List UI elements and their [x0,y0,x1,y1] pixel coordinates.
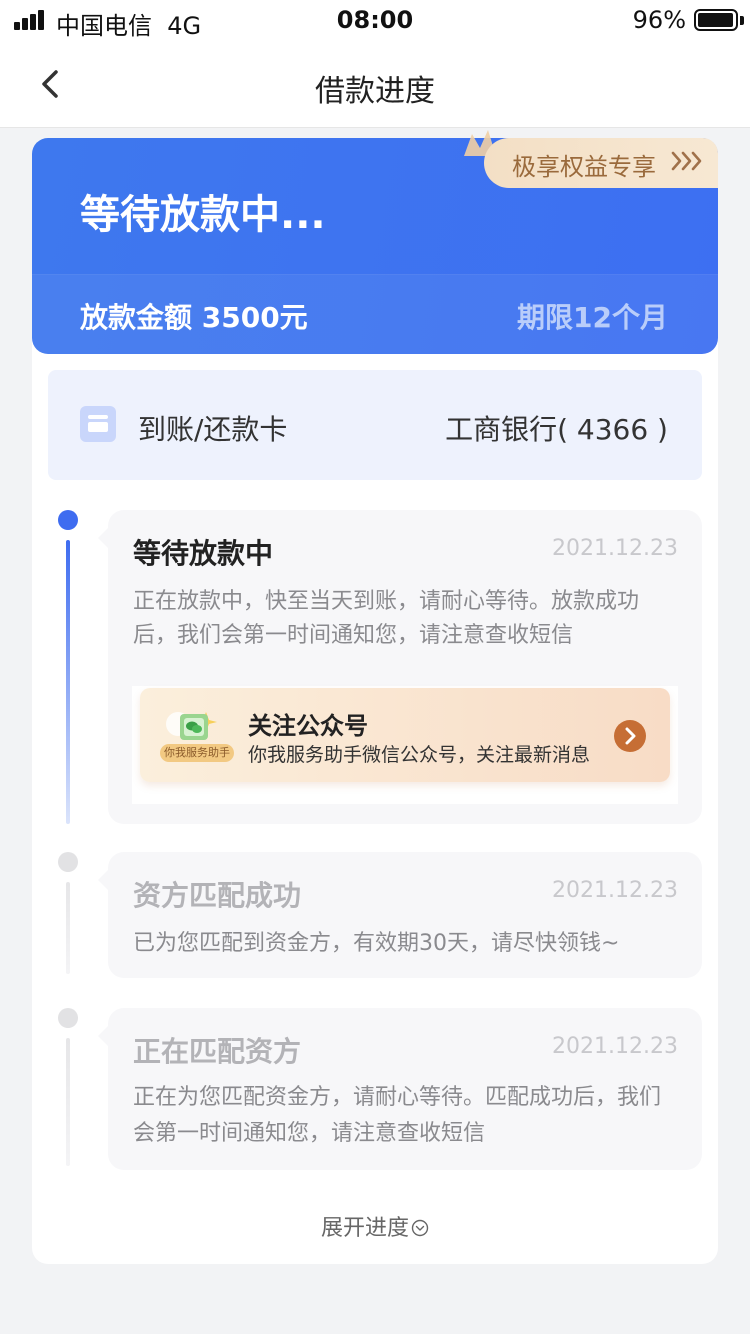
step-notch [98,528,108,548]
triple-chevron-right-icon [671,151,702,171]
chevron-down-circle-icon [411,1219,429,1237]
status-bar: 中国电信 4G 08:00 96% [0,0,750,40]
battery-percentage: 96% [632,6,686,34]
loan-term: 期限12个月 [517,301,668,334]
step-item: 资方匹配成功 2021.12.23 已为您匹配到资金方，有效期30天，请尽快领钱… [98,852,702,978]
page-title: 借款进度 [315,74,435,109]
step-desc-line: 后，我们会第一时间通知您，请注意查收短信 [133,623,574,648]
step-date: 2021.12.23 [552,878,678,903]
timeline-dot [58,1008,78,1028]
step-title: 等待放款中 [133,537,274,570]
step-notch [98,1026,108,1046]
nav-bar: 借款进度 [0,40,750,128]
timeline-dot-active [58,510,78,530]
hero-status-title: 等待放款中... [80,192,326,238]
step-desc-line: 已为您匹配到资金方，有效期30天，请尽快领钱~ [133,931,620,956]
loan-amount: 放款金额 3500元 [80,301,308,334]
follow-tag: 你我服务助手 [160,744,234,762]
follow-official-account-banner[interactable]: 你我服务助手 关注公众号 你我服务助手微信公众号，关注最新消息 [140,688,670,782]
repayment-card-row[interactable]: 到账/还款卡 工商银行( 4366 ) [48,370,702,480]
step-desc-line: 正在放款中，快至当天到账，请耐心等待。放款成功 [133,589,640,614]
step-date: 2021.12.23 [552,1034,678,1059]
battery-icon [694,9,738,31]
timeline-dot [58,852,78,872]
card-label: 到账/还款卡 [138,413,288,446]
expand-progress-button[interactable]: 展开进度 [0,1210,750,1242]
timeline-line [66,882,70,974]
perk-label: 极享权益专享 [512,153,656,181]
step-item: 正在匹配资方 2021.12.23 正在为您匹配资金方，请耐心等待。匹配成功后，… [98,1008,702,1170]
step-desc-line: 会第一时间通知您，请注意查收短信 [133,1121,486,1146]
battery-cap [740,16,744,25]
step-notch [98,870,108,890]
timeline-line [66,1038,70,1166]
step-date: 2021.12.23 [552,536,678,561]
step-desc-line: 正在为您匹配资金方，请耐心等待。匹配成功后，我们 [133,1085,662,1110]
follow-subtitle: 你我服务助手微信公众号，关注最新消息 [248,744,591,766]
follow-title: 关注公众号 [248,712,368,740]
chevron-right-icon[interactable] [614,720,646,752]
perk-button[interactable]: 极享权益专享 [484,138,718,188]
expand-label: 展开进度 [320,1216,409,1241]
bank-card-icon [80,406,116,442]
timeline-line-active [66,540,70,824]
step-title: 正在匹配资方 [133,1035,302,1068]
card-value: 工商银行( 4366 ) [445,413,668,446]
step-title: 资方匹配成功 [133,879,302,912]
